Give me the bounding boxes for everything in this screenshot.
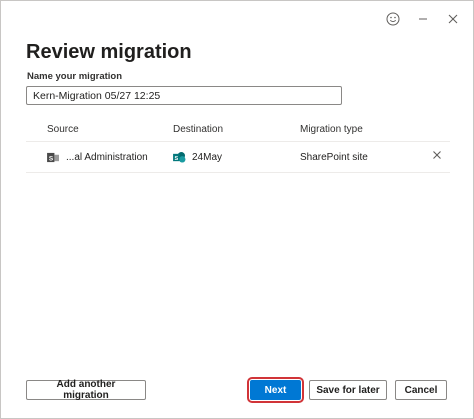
page-title: Review migration (26, 41, 192, 63)
destination-cell: S 24May (173, 142, 222, 172)
destination-name: 24May (192, 151, 223, 163)
migration-type-value: SharePoint site (300, 151, 368, 163)
column-header-destination: Destination (173, 124, 224, 135)
close-icon[interactable] (445, 11, 461, 27)
smiley-icon[interactable] (385, 11, 401, 27)
minimize-icon[interactable] (415, 11, 431, 27)
review-migration-dialog: Review migration Name your migration Sou… (0, 0, 474, 419)
table-row[interactable]: S ...al Administration S 24May SharePoin… (26, 142, 450, 173)
migration-type-cell: SharePoint site (300, 142, 368, 172)
cancel-button[interactable]: Cancel (395, 380, 447, 400)
migration-table: Source Destination Migration type S ...a… (26, 119, 450, 173)
sharepoint-icon: S (47, 152, 59, 162)
column-header-source: Source (47, 124, 79, 135)
migration-name-input[interactable] (26, 86, 342, 105)
remove-row-icon[interactable] (432, 150, 442, 163)
table-header: Source Destination Migration type (26, 119, 450, 142)
source-name: ...al Administration (66, 151, 148, 163)
sharepoint-icon: S (173, 151, 186, 163)
column-header-migration-type: Migration type (300, 124, 363, 135)
source-cell: S ...al Administration (47, 142, 148, 172)
svg-text:S: S (49, 155, 54, 162)
save-for-later-button[interactable]: Save for later (309, 380, 387, 400)
window-controls (385, 11, 461, 27)
migration-name-label: Name your migration (27, 71, 123, 82)
svg-text:S: S (174, 155, 178, 161)
add-another-migration-button[interactable]: Add another migration (26, 379, 146, 401)
next-button[interactable]: Next (247, 377, 304, 403)
